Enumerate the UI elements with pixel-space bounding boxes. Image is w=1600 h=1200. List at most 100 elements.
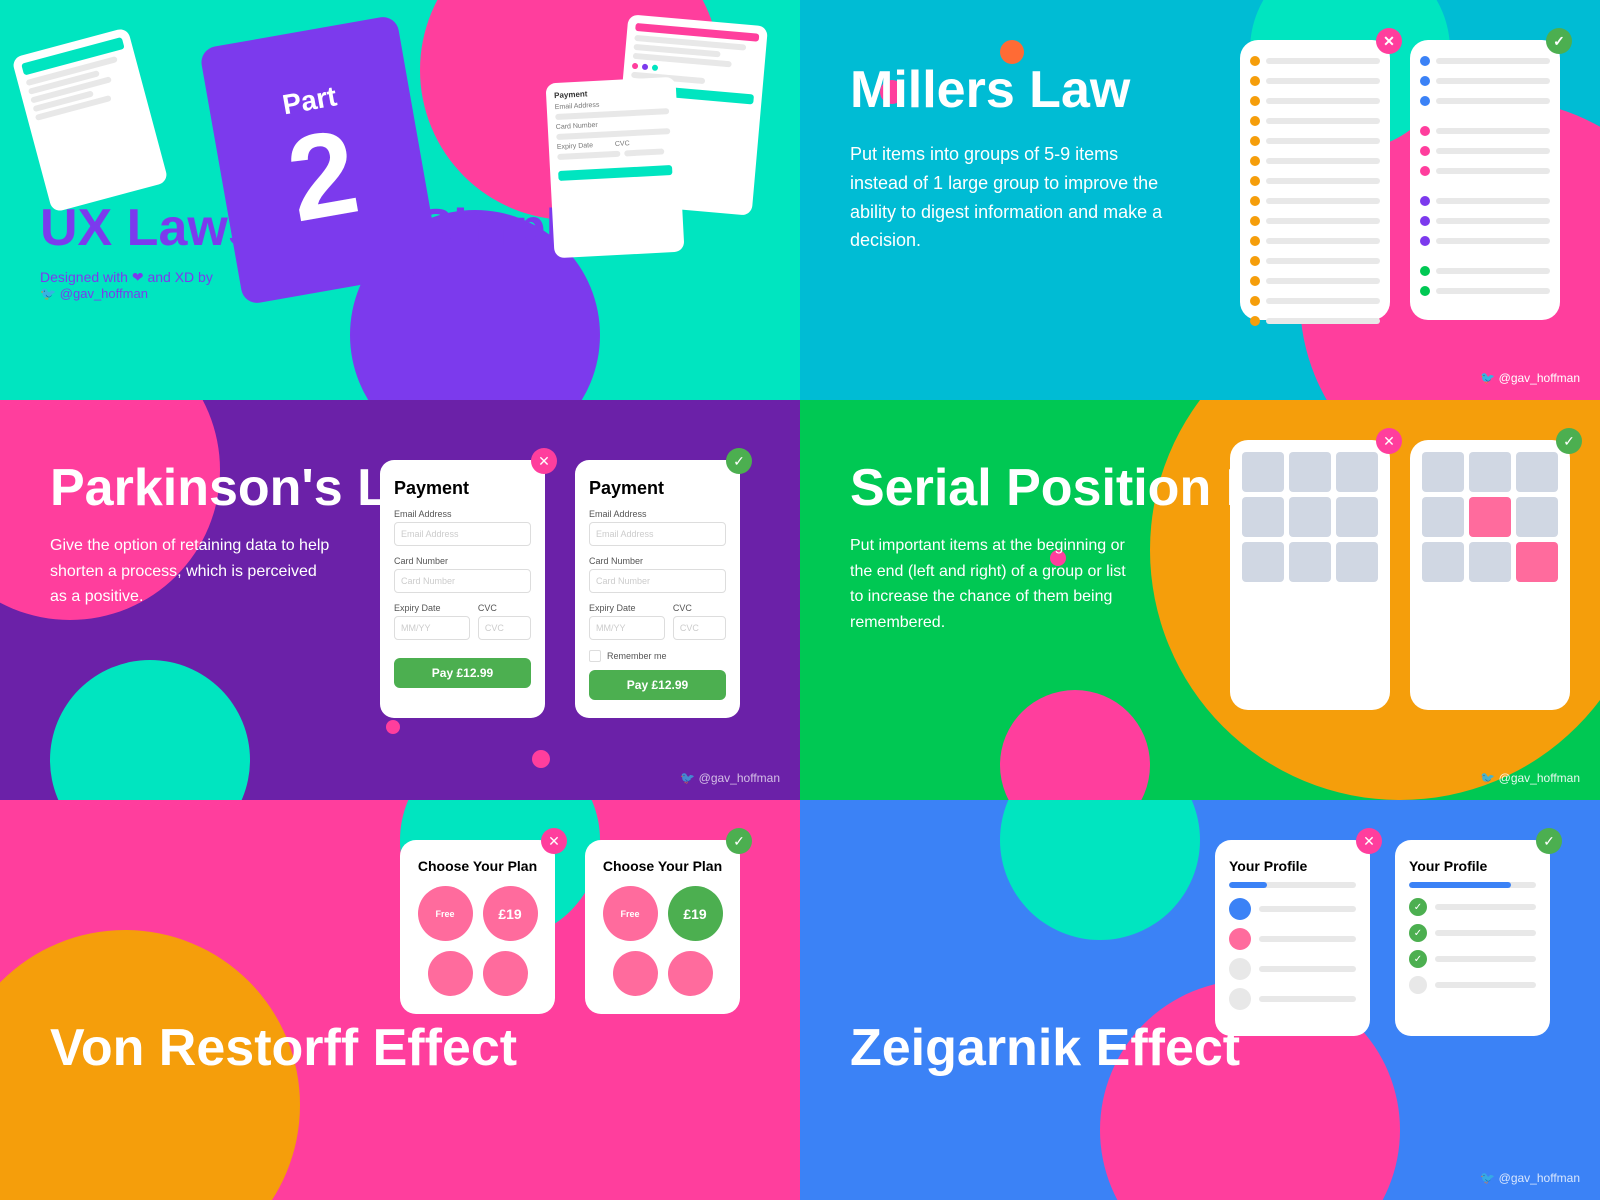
profile-item <box>1229 988 1356 1010</box>
cvc-field: CVC CVC <box>478 603 531 640</box>
avatar <box>1229 928 1251 950</box>
avatar <box>1229 958 1251 980</box>
grid-cell <box>1336 452 1378 492</box>
phone-after: ✓ Your Profile ✓ ✓ ✓ <box>1395 840 1550 1036</box>
x-icon: ✕ <box>1376 28 1402 54</box>
grid-cell <box>1289 542 1331 582</box>
plan-title: Choose Your Plan <box>599 858 726 874</box>
grid-cell <box>1242 497 1284 537</box>
option3[interactable] <box>428 951 473 996</box>
cell-millers-law: Millers Law Put items into groups of 5-9… <box>800 0 1600 400</box>
expiry-label: Expiry Date <box>394 603 470 613</box>
content-line <box>1259 936 1356 942</box>
grid-cell <box>1289 452 1331 492</box>
content-line <box>1435 982 1536 988</box>
profile-item: ✓ <box>1409 898 1536 916</box>
expiry-input: MM/YY <box>394 616 470 640</box>
progress-fill <box>1229 882 1267 888</box>
remember-label: Remember me <box>607 651 667 661</box>
grid-cell <box>1336 497 1378 537</box>
progress-bar <box>1229 882 1356 888</box>
phone-before: ✕ Your Profile <box>1215 840 1370 1036</box>
free-label: Free <box>620 909 639 919</box>
payment-cards-container: ✕ Payment Email Address Email Address Ca… <box>380 460 740 718</box>
plan-options: Free £19 <box>414 886 541 941</box>
pay-button[interactable]: Pay £12.99 <box>394 658 531 688</box>
paid-option[interactable]: £19 <box>668 886 723 941</box>
phone-after: ✓ <box>1410 440 1570 710</box>
card-label: Card Number <box>589 556 726 566</box>
profile-item <box>1229 958 1356 980</box>
payment-card-before: ✕ Payment Email Address Email Address Ca… <box>380 460 545 718</box>
check-icon: ✓ <box>1536 828 1562 854</box>
bg-decoration <box>1000 690 1150 800</box>
section-desc: Put important items at the beginning or … <box>850 533 1130 635</box>
phones-container: ✕ <box>1240 40 1560 320</box>
cvc-input: CVC <box>673 616 726 640</box>
remember-row: Remember me <box>589 650 726 662</box>
paid-option[interactable]: £19 <box>483 886 538 941</box>
option3[interactable] <box>613 951 658 996</box>
option4[interactable] <box>483 951 528 996</box>
part-number: 2 <box>279 111 366 241</box>
x-icon: ✕ <box>541 828 567 854</box>
check-icon: ✓ <box>1546 28 1572 54</box>
check-icon: ✓ <box>726 828 752 854</box>
cvc-label: CVC <box>673 603 726 613</box>
section-title: Von Restorff Effect <box>50 1020 750 1077</box>
email-label: Email Address <box>394 509 531 519</box>
expiry-label: Expiry Date <box>589 603 665 613</box>
cell-zeigarnik: ✕ Your Profile <box>800 800 1600 1200</box>
section-desc: Give the option of retaining data to hel… <box>50 533 330 610</box>
cell-serial-position: Serial Position Effect Put important ite… <box>800 400 1600 800</box>
card-field: Card Number Card Number <box>394 556 531 593</box>
grid-cell <box>1289 497 1331 537</box>
part-card: Part 2 <box>199 15 441 306</box>
grid-cell <box>1469 452 1511 492</box>
content-line <box>1435 930 1536 936</box>
phone-before: ✕ Choose Your Plan Free £19 <box>400 840 555 1014</box>
twitter-handle: 🐦 @gav_hoffman <box>1480 771 1580 785</box>
option4[interactable] <box>668 951 713 996</box>
grid-cell <box>1422 497 1464 537</box>
x-icon: ✕ <box>531 448 557 474</box>
bg-decoration <box>50 660 250 800</box>
zeigarnik-phones: ✕ Your Profile <box>1215 840 1550 1036</box>
content-line <box>1435 904 1536 910</box>
grid-cell <box>1422 542 1464 582</box>
remember-checkbox[interactable] <box>589 650 601 662</box>
twitter-handle: 🐦 @gav_hoffman <box>1480 1171 1580 1185</box>
grid-cell <box>1242 452 1284 492</box>
free-option[interactable]: Free <box>603 886 658 941</box>
decoration-dot <box>386 720 400 734</box>
pay-button[interactable]: Pay £12.99 <box>589 670 726 700</box>
price-label: £19 <box>498 906 521 922</box>
phone-card-right2: Payment Email Address Card Number Expiry… <box>546 77 685 259</box>
phone-after: ✓ <box>1410 40 1560 320</box>
twitter-handle: 🐦 @gav_hoffman <box>680 771 780 785</box>
profile-title: Your Profile <box>1229 858 1356 874</box>
email-field: Email Address Email Address <box>589 509 726 546</box>
grid-cell <box>1516 452 1558 492</box>
free-option[interactable]: Free <box>418 886 473 941</box>
grid-cell <box>1242 542 1284 582</box>
card-input: Card Number <box>394 569 531 593</box>
plan-options: Free £19 <box>599 886 726 941</box>
grid-before <box>1242 452 1378 582</box>
content-line <box>1259 966 1356 972</box>
payment-card-after: ✓ Payment Email Address Email Address Ca… <box>575 460 740 718</box>
expiry-field: Expiry Date MM/YY <box>394 603 470 640</box>
check-item: ✓ <box>1409 898 1427 916</box>
phone-before: ✕ <box>1240 40 1390 320</box>
grid-cell-highlight <box>1469 497 1511 537</box>
twitter-handle: 🐦 @gav_hoffman <box>1480 371 1580 385</box>
card-title: Payment <box>589 478 726 499</box>
phone-after: ✓ Choose Your Plan Free £19 <box>585 840 740 1014</box>
check-empty <box>1409 976 1427 994</box>
content-line <box>1259 906 1356 912</box>
email-field: Email Address Email Address <box>394 509 531 546</box>
cell-ux-laws: Part 2 Payment Email Address Card Number… <box>0 0 800 400</box>
email-label: Email Address <box>589 509 726 519</box>
card-field: Card Number Card Number <box>589 556 726 593</box>
grid-cell <box>1516 497 1558 537</box>
